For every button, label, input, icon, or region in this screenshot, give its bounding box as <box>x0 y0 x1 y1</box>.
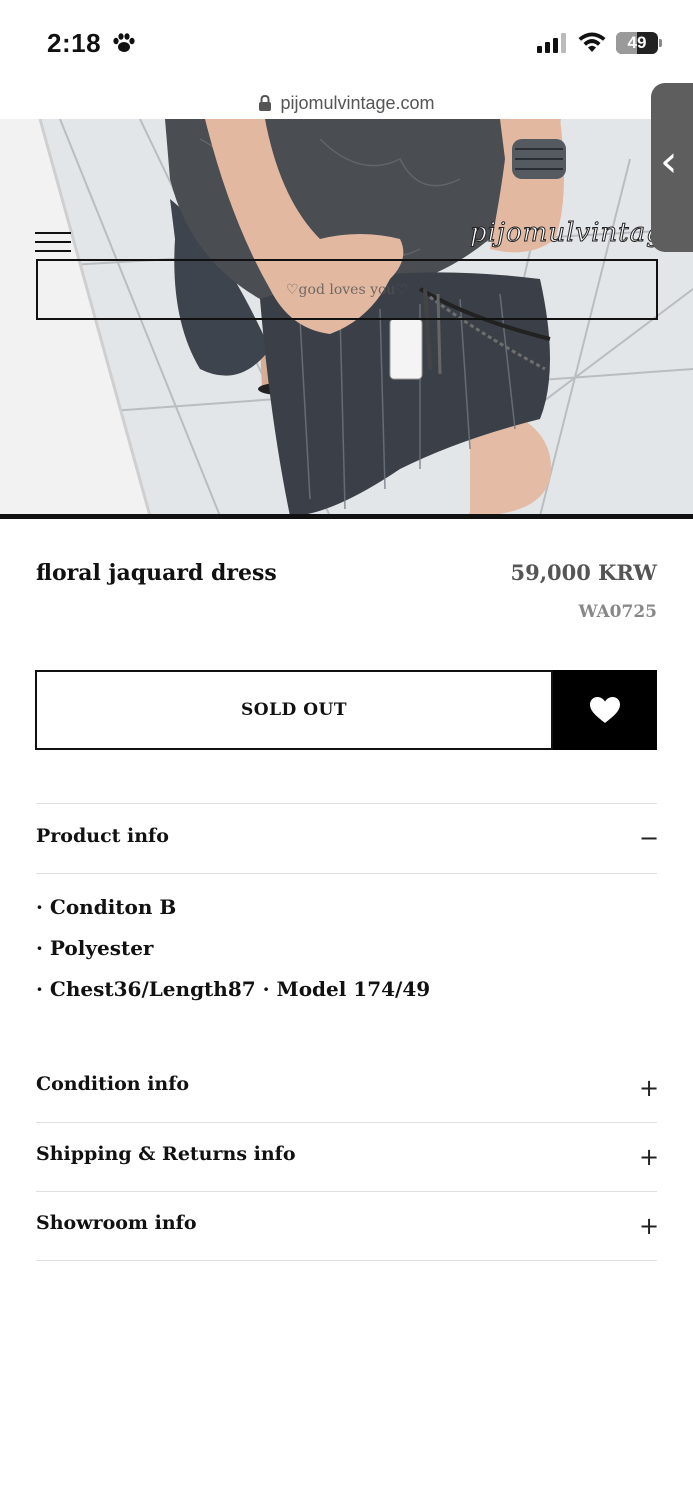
product-info-line: · Chest36/Length87 · Model 174/49 <box>36 977 431 1001</box>
product-sku: WA0725 <box>578 602 657 622</box>
chevron-left-icon[interactable]: ‹ <box>660 140 678 184</box>
accordion-condition-info-title[interactable]: Condition info <box>36 1073 189 1095</box>
hero-divider <box>0 514 693 519</box>
collapse-icon[interactable]: − <box>639 826 659 850</box>
sold-out-button[interactable]: SOLD OUT <box>35 670 553 750</box>
address-bar[interactable]: pijomulvintage.com <box>0 86 693 120</box>
battery-percent: 49 <box>627 33 647 52</box>
expand-icon[interactable]: + <box>639 1076 659 1100</box>
heart-icon <box>590 697 620 723</box>
accordion-shipping-info-title[interactable]: Shipping & Returns info <box>36 1143 296 1165</box>
divider <box>36 803 657 804</box>
battery-cap <box>659 39 662 47</box>
divider <box>36 1260 657 1261</box>
announcement-text: ♡god loves you♡ <box>286 281 408 298</box>
url-text: pijomulvintage.com <box>280 93 435 113</box>
wishlist-button[interactable] <box>553 670 657 750</box>
battery-icon: 49 <box>616 32 658 54</box>
status-bar: 2:18 49 <box>0 0 693 88</box>
product-info-line: · Polyester <box>36 936 154 960</box>
product-price: 59,000 KRW <box>510 560 657 585</box>
lock-icon <box>259 95 272 111</box>
expand-icon[interactable]: + <box>639 1214 659 1238</box>
divider <box>36 1122 657 1123</box>
cellular-signal-icon <box>537 33 566 53</box>
product-info-line: · Conditon B <box>36 895 177 919</box>
paw-icon <box>113 33 135 52</box>
divider <box>36 873 657 874</box>
accordion-showroom-info-title[interactable]: Showroom info <box>36 1212 197 1234</box>
product-photo[interactable]: ♡god loves you♡ <box>0 119 693 516</box>
announcement-banner[interactable]: ♡god loves you♡ <box>36 259 658 320</box>
wifi-icon <box>578 32 606 52</box>
brand-logo[interactable]: pijomulvintage <box>469 218 680 249</box>
divider <box>36 1191 657 1192</box>
accordion-product-info-title[interactable]: Product info <box>36 825 169 847</box>
product-title: floral jaquard dress <box>36 560 277 586</box>
expand-icon[interactable]: + <box>639 1145 659 1169</box>
menu-icon[interactable] <box>35 232 71 252</box>
status-time: 2:18 <box>47 28 102 58</box>
